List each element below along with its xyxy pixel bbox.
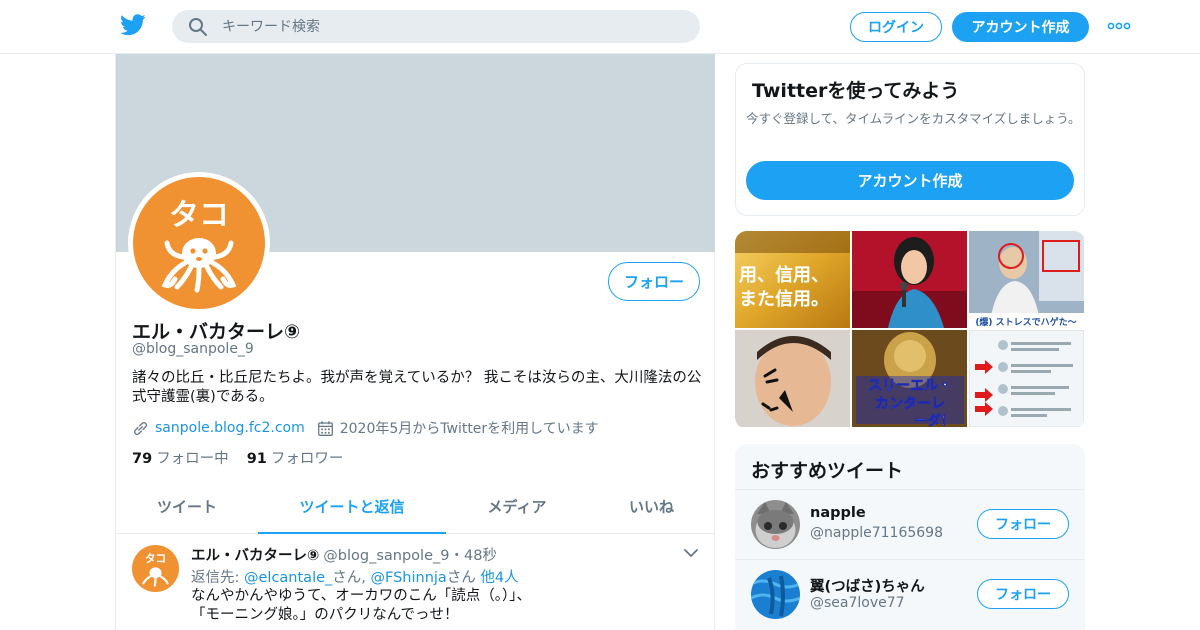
recommended-name[interactable]: napple (810, 505, 866, 521)
recommended-follow-button[interactable]: フォロー (977, 509, 1069, 539)
signup-card-button[interactable]: アカウント作成 (746, 161, 1074, 200)
profile-tabs: ツイート ツイートと返信 メディア いいね (116, 480, 715, 534)
recommended-handle: @sea7love77 (810, 595, 905, 611)
following-count: 79 (132, 451, 153, 467)
tweet-author-handle[interactable]: @blog_sanpole_9 (323, 548, 449, 564)
search-box[interactable] (172, 10, 700, 43)
media-5-line-3: ーダ！ (914, 413, 953, 427)
media-image-4 (735, 330, 850, 427)
media-grid: 用、信用、 また信用。 (爆) ストレスでハゲた〜 スリーエル・ カンターレ ー… (735, 231, 1085, 429)
tweet-header: エル・バカターレ⑨ @blog_sanpole_9・48秒 (191, 544, 497, 565)
media-thumbnail-4[interactable] (735, 330, 850, 427)
following-stat[interactable]: 79 フォロー中 (132, 451, 229, 467)
followers-stat[interactable]: 91 フォロワー (247, 451, 344, 467)
ocean-avatar-image (751, 570, 800, 619)
tweet-separator: ・ (449, 548, 464, 564)
media-thumbnail-1[interactable]: 用、信用、 また信用。 (735, 231, 850, 328)
tweet-item[interactable]: タコ エル・バカターレ⑨ @blog_sanpole_9・48秒 返信先: @el… (116, 534, 715, 630)
media-image-2 (852, 231, 967, 328)
profile-meta: sanpole.blog.fc2.com 2020年5月からTwitterを利用… (132, 417, 599, 439)
media-thumbnail-5[interactable]: スリーエル・ カンターレ ーダ！ (852, 330, 967, 427)
top-navigation-bar: ログイン アカウント作成 (0, 0, 1200, 54)
profile-joined-date: 2020年5月からTwitterを利用しています (339, 421, 599, 437)
media-thumbnail-3[interactable]: (爆) ストレスでハゲた〜 (969, 231, 1084, 328)
media-5-line-2: カンターレ (875, 396, 945, 412)
following-label: フォロー中 (156, 451, 229, 467)
signup-card: Twitterを使ってみよう 今すぐ登録して、タイムラインをカスタマイズしましょ… (735, 63, 1085, 216)
more-dots-icon[interactable] (1107, 18, 1131, 34)
reply-others-link[interactable]: 他4人 (480, 570, 518, 586)
profile-name: エル・バカターレ⑨ (132, 321, 301, 343)
recommended-avatar-tsubasa[interactable] (751, 570, 800, 619)
search-input[interactable] (222, 10, 682, 43)
login-button[interactable]: ログイン (850, 12, 942, 42)
profile-stats: 79 フォロー中 91 フォロワー (132, 447, 343, 468)
tab-tweets[interactable]: ツイート (116, 480, 258, 534)
tweet-text-line-2: 「モーニング娘。」のパクリなんでっせ！ (191, 607, 459, 623)
follow-button[interactable]: フォロー (608, 262, 700, 301)
profile-website-link[interactable]: sanpole.blog.fc2.com (155, 420, 305, 436)
mention-link-1[interactable]: @elcantale_ (244, 570, 332, 586)
recommended-tweets-panel: おすすめツイート napple @napple71165698 フォロー 翼(つ… (735, 444, 1085, 630)
tab-tweets-and-replies[interactable]: ツイートと返信 (258, 480, 446, 534)
tab-media[interactable]: メディア (446, 480, 588, 534)
media-image-1: 用、信用、 また信用。 (735, 231, 850, 328)
followers-label: フォロワー (270, 451, 344, 467)
reply-san-1: さん, (332, 570, 371, 586)
tweet-text-line-1: なんやかんやゆうて、オーカワのこん「読点（。）」、 (191, 588, 532, 604)
search-icon (189, 18, 207, 36)
tweet-timestamp[interactable]: 48秒 (464, 548, 497, 564)
reply-san-2: さん (446, 570, 481, 586)
profile-bio: 諸々の比丘・比丘尼たちよ。我が声を覚えているか？ 我こそは汝らの主、大川隆法の公… (132, 370, 702, 405)
tweet-reply-to: 返信先: @elcantale_さん, @FShinnjaさん 他4人 (191, 566, 519, 587)
reply-prefix: 返信先: (191, 570, 244, 586)
mention-link-2[interactable]: @FShinnja (371, 570, 447, 586)
recommended-account-row[interactable]: napple @napple71165698 フォロー (735, 489, 1085, 559)
link-icon (134, 421, 147, 435)
tweet-avatar-logo-text: タコ (145, 552, 166, 565)
octopus-logo-icon: タコ (133, 177, 265, 309)
chevron-down-icon[interactable] (684, 548, 698, 558)
avatar-logo-text: タコ (169, 198, 229, 233)
signup-card-description: 今すぐ登録して、タイムラインをカスタマイズしましょう。 (746, 111, 1081, 126)
recommended-avatar-napple[interactable] (751, 500, 800, 549)
recommended-follow-button[interactable]: フォロー (977, 579, 1069, 609)
profile-column: タコ フォロー エル・バカターレ⑨ @blog_sanpole_9 諸々の比丘・… (115, 54, 715, 630)
media-1-line-1: 用、信用、 (739, 264, 829, 286)
tweet-author-avatar[interactable]: タコ (132, 545, 179, 592)
recommended-handle: @napple71165698 (810, 525, 943, 541)
media-3-caption: (爆) ストレスでハゲた〜 (975, 316, 1076, 328)
recommended-name[interactable]: 翼(つばさ)ちゃん (810, 575, 925, 596)
cat-avatar-image (751, 500, 800, 549)
media-image-5: スリーエル・ カンターレ ーダ！ (852, 330, 967, 427)
twitter-bird-icon[interactable] (120, 14, 146, 36)
tab-likes[interactable]: いいね (588, 480, 715, 534)
media-5-line-1: スリーエル・ (868, 378, 952, 394)
calendar-icon (317, 420, 333, 436)
media-image-3: (爆) ストレスでハゲた〜 (969, 231, 1084, 328)
media-image-6 (969, 330, 1084, 427)
recommended-title: おすすめツイート (751, 460, 904, 482)
profile-avatar[interactable]: タコ (128, 172, 270, 314)
signup-card-title: Twitterを使ってみよう (752, 80, 960, 102)
profile-handle: @blog_sanpole_9 (132, 341, 254, 357)
tweet-author-name[interactable]: エル・バカターレ⑨ (191, 548, 319, 564)
media-1-line-2: また信用。 (739, 288, 829, 310)
media-thumbnail-2[interactable] (852, 231, 967, 328)
followers-count: 91 (246, 451, 267, 467)
media-thumbnail-6[interactable] (969, 330, 1084, 427)
tweet-text: なんやかんやゆうて、オーカワのこん「読点（。）」、 「モーニング娘。」のパクリな… (191, 587, 531, 625)
signup-button[interactable]: アカウント作成 (952, 12, 1089, 42)
recommended-account-row[interactable]: 翼(つばさ)ちゃん @sea7love77 フォロー (735, 559, 1085, 629)
